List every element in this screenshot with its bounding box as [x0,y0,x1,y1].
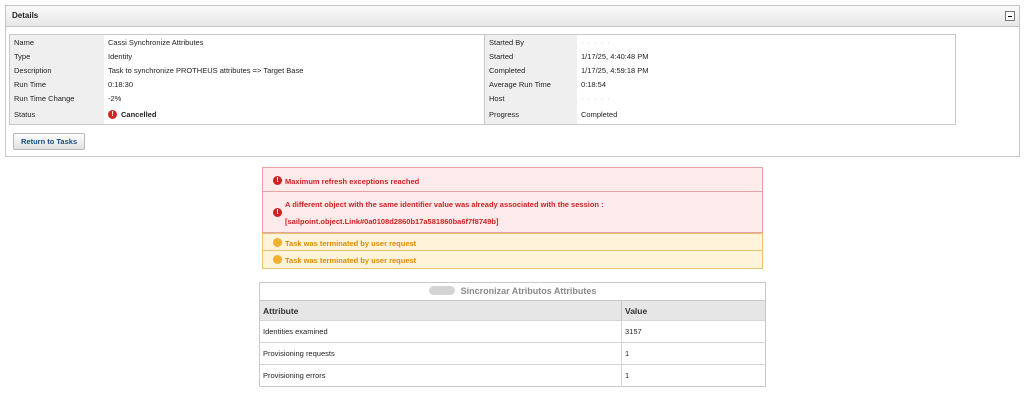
name-value: Cassi Synchronize Attributes [108,37,204,47]
started-value: 1/17/25, 4:40:48 PM [581,51,649,61]
details-row: Description Task to synchronize PROTHEUS… [9,63,956,77]
table-header-row: Attribute Value [260,300,765,321]
error-icon: ! [273,208,282,217]
details-row: Run Time Change -2% Host · · · · · [9,91,956,105]
status-label: Status [9,105,104,125]
started-by-value: · · · · · [581,37,611,47]
description-label: Description [9,63,104,77]
attribute-cell: Provisioning errors [260,364,622,386]
value-cell: 3157 [621,320,765,343]
host-label: Host [484,91,577,105]
type-label: Type [9,49,104,63]
details-panel-header: Details [6,6,1019,27]
error-message: ! A different object with the same ident… [262,192,763,233]
name-label: Name [9,34,104,49]
host-value: · · · · · [581,93,611,103]
attributes-table: Attribute Value Identities examined 3157… [260,300,765,386]
return-to-tasks-button[interactable]: Return to Tasks [13,133,86,150]
warning-icon [273,255,282,264]
attributes-title: Sincronizar Atributos Attributes [460,286,597,296]
message-detail: [sailpoint.object.Link#0a0108d2860b17a58… [285,217,499,226]
attributes-header: Sincronizar Atributos Attributes [260,283,765,300]
collapse-icon[interactable] [1005,11,1015,21]
started-label: Started [484,49,577,63]
description-value: Task to synchronize PROTHEUS attributes … [108,65,304,75]
run-time-value: 0:18:30 [108,79,134,89]
attribute-cell: Identities examined [260,320,622,343]
message-list: ! Maximum refresh exceptions reached ! A… [262,167,763,269]
attributes-table-panel: Sincronizar Atributos Attributes Attribu… [259,282,766,387]
task-details-table: Name Cassi Synchronize Attributes Starte… [9,34,956,125]
value-cell: 1 [621,364,765,386]
run-time-label: Run Time [9,77,104,91]
error-message: ! Maximum refresh exceptions reached [262,167,763,192]
warning-message: Task was terminated by user request [262,251,763,269]
status-cell: ! Cancelled [104,105,485,125]
details-row: Status ! Cancelled Progress Completed [9,105,956,125]
started-by-label: Started By [484,34,577,49]
completed-value: 1/17/25, 4:59:18 PM [581,65,649,75]
message-text: A different object with the same identif… [285,200,604,209]
status-value: Cancelled [121,109,157,119]
warning-message: Task was terminated by user request [262,233,763,251]
message-text: Task was terminated by user request [285,256,417,265]
table-row: Identities examined 3157 [260,320,765,343]
table-row: Provisioning errors 1 [260,364,765,386]
column-header-value: Value [621,300,765,321]
details-panel-title: Details [12,11,39,20]
run-time-change-label: Run Time Change [9,91,104,105]
type-value: Identity [108,51,133,61]
column-header-attribute: Attribute [260,300,622,321]
average-run-time-label: Average Run Time [484,77,577,91]
progress-value: Completed [581,110,618,119]
message-text: Maximum refresh exceptions reached [285,177,420,186]
table-row: Provisioning requests 1 [260,342,765,365]
attribute-cell: Provisioning requests [260,342,622,365]
error-icon: ! [273,176,282,185]
cloud-icon [428,286,455,296]
progress-label: Progress [484,105,577,125]
error-icon: ! [108,110,117,120]
details-row: Type Identity Started 1/17/25, 4:40:48 P… [9,49,956,63]
warning-icon [273,238,282,247]
details-row: Run Time 0:18:30 Average Run Time 0:18:5… [9,77,956,91]
details-panel: Details Name Cassi Synchronize Attribute… [5,5,1020,157]
message-text: Task was terminated by user request [285,239,417,248]
value-cell: 1 [621,342,765,365]
completed-label: Completed [484,63,577,77]
details-row: Name Cassi Synchronize Attributes Starte… [9,34,956,49]
average-run-time-value: 0:18:54 [581,79,607,89]
run-time-change-value: -2% [108,93,122,103]
